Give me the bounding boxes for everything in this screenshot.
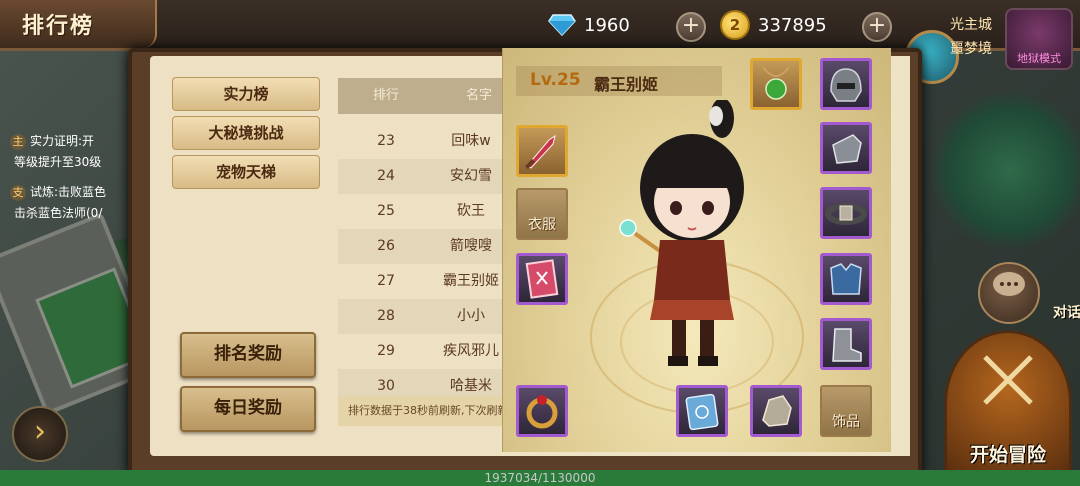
quest-main[interactable]: 主实力证明:开: [10, 132, 94, 150]
name-cell: 霸王别姬: [443, 273, 499, 289]
armor-slot[interactable]: [820, 253, 872, 305]
accessory-slot-label: 饰品: [832, 414, 860, 430]
hell-mode-button[interactable]: 地狱模式: [1005, 8, 1073, 70]
location-name: 光主城: [950, 17, 992, 33]
quest-main-title: 实力证明:开: [30, 134, 95, 148]
talisman-slot[interactable]: [516, 253, 568, 305]
accessory-slot[interactable]: 饰品: [820, 385, 872, 437]
dungeon-name: 噩梦境: [950, 41, 992, 57]
exp-text: 1937034/1130000: [484, 471, 596, 485]
table-row[interactable]: 23 回味w: [338, 124, 508, 159]
table-header: 排行 名字: [338, 78, 508, 114]
table-row[interactable]: 25 砍王: [338, 194, 508, 229]
header-name: 名字: [465, 88, 492, 103]
coin-icon: 2: [720, 10, 750, 40]
name-cell: 安幻雪: [450, 168, 492, 184]
quest-tag-main: 主: [10, 134, 26, 150]
tab-pet-ladder[interactable]: 宠物天梯: [172, 155, 320, 189]
rank-cell: 29: [377, 343, 395, 359]
character-name: 霸王别姬: [594, 75, 659, 94]
ring-slot[interactable]: [516, 385, 568, 437]
adventure-label: 开始冒险: [969, 444, 1046, 466]
weapon-slot[interactable]: [516, 125, 568, 177]
gold-counter: 2 337895: [720, 10, 827, 40]
page-title: 排行榜: [22, 14, 95, 39]
gauntlet-slot[interactable]: [820, 122, 872, 174]
table-row[interactable]: 26 箭嗖嗖: [338, 229, 508, 264]
sword-icon: [525, 134, 556, 169]
rank-reward-button[interactable]: 排名奖励: [180, 332, 316, 378]
refresh-notice: 排行数据于38秒前刷新,下次刷新: [338, 396, 508, 426]
stone-slot[interactable]: [750, 385, 802, 437]
ranking-table: 排行 名字 23 回味w 24 安幻雪 25 砍王 26 箭嗖嗖 27 霸王别姬…: [338, 78, 508, 410]
tab-power-rank[interactable]: 实力榜: [172, 77, 320, 111]
chat-label: 对话: [1053, 305, 1080, 321]
add-gold-button[interactable]: +: [862, 12, 892, 42]
add-gems-button[interactable]: +: [676, 12, 706, 42]
header-rank: 排行: [372, 88, 399, 103]
gem-counter: 1960: [548, 10, 630, 40]
ring-icon: [526, 395, 558, 429]
rank-cell: 26: [377, 238, 395, 254]
hell-mode-label: 地狱模式: [1017, 52, 1061, 65]
rank-cell: 28: [377, 308, 395, 324]
quest-tag-side: 支: [10, 185, 26, 201]
rank-cell: 24: [377, 168, 395, 184]
belt-slot[interactable]: [820, 187, 872, 239]
stone-icon: [762, 395, 792, 427]
table-row[interactable]: 28 小小: [338, 299, 508, 334]
clothes-slot[interactable]: 衣服: [516, 188, 568, 240]
table-row[interactable]: 27 霸王别姬: [338, 264, 508, 299]
talisman-icon: [525, 259, 559, 299]
back-arrow-button[interactable]: ›: [12, 406, 68, 462]
book-icon: [685, 393, 719, 431]
table-row[interactable]: 29 疾风邪儿: [338, 334, 508, 369]
daily-reward-button[interactable]: 每日奖励: [180, 386, 316, 432]
helmet-slot[interactable]: [820, 58, 872, 110]
table-row[interactable]: 24 安幻雪: [338, 159, 508, 194]
boots-slot[interactable]: [820, 318, 872, 370]
name-cell: 砍王: [457, 203, 485, 219]
character-figure: [619, 100, 744, 366]
gem-count: 1960: [584, 14, 630, 36]
name-cell: 箭嗖嗖: [450, 238, 492, 254]
armor-icon: [830, 263, 862, 295]
quest-main-desc: 等级提升至30级: [14, 155, 102, 169]
book-slot[interactable]: [676, 385, 728, 437]
boots-icon: [832, 328, 862, 362]
quest-side-title: 试炼:击败蓝色: [30, 185, 107, 199]
helmet-icon: [830, 68, 862, 102]
speech-bubble-icon: [993, 272, 1025, 296]
clothes-slot-label: 衣服: [528, 217, 556, 233]
name-cell: 小小: [457, 308, 485, 324]
gauntlet-icon: [832, 134, 862, 164]
belt-icon: [825, 203, 867, 225]
name-cell: 回味w: [451, 133, 491, 149]
start-adventure-button[interactable]: 开始冒险: [944, 330, 1072, 476]
chat-button[interactable]: 对话: [978, 262, 1080, 324]
quest-side-desc: 击杀蓝色法师(0/: [14, 206, 103, 220]
name-cell: 疾风邪儿: [443, 343, 499, 359]
character-level: Lv.25: [530, 70, 581, 90]
rank-cell: 23: [377, 133, 395, 149]
gold-count: 337895: [758, 14, 827, 36]
crossed-swords-icon: [983, 355, 1033, 405]
rank-cell: 27: [377, 273, 395, 289]
diamond-icon: [548, 13, 576, 37]
quest-side[interactable]: 支试炼:击败蓝色: [10, 183, 106, 201]
tab-secret-realm[interactable]: 大秘境挑战: [172, 116, 320, 150]
rank-cell: 25: [377, 203, 395, 219]
